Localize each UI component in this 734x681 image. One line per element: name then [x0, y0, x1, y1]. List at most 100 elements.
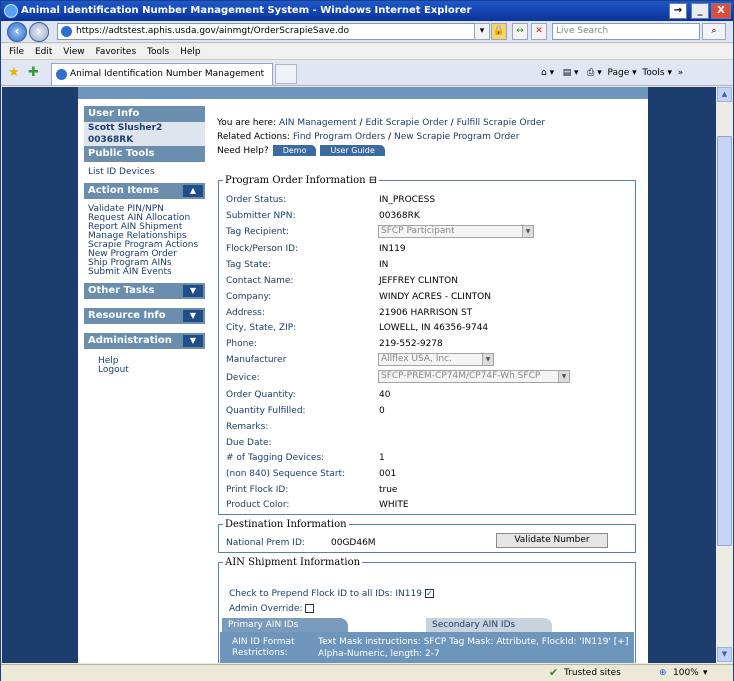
program-order-legend: Program Order Information ⊟ [223, 175, 379, 186]
zoom-dropdown-icon[interactable]: ▾ [703, 665, 708, 681]
breadcrumb: You are here: AIN Management / Edit Scra… [217, 118, 546, 128]
scroll-thumb[interactable] [717, 136, 732, 546]
value: 001 [379, 469, 397, 479]
override-label: Admin Override: [229, 604, 303, 614]
search-icon[interactable]: ⌕ [702, 23, 726, 40]
value: WHITE [379, 500, 409, 510]
admin-override-checkbox[interactable] [305, 604, 315, 613]
sidebar-other-tasks-header[interactable]: Other Tasks ▼ [84, 283, 205, 299]
sidebar-item-logout[interactable]: Logout [84, 366, 205, 375]
back-button[interactable]: ‹ [7, 22, 27, 42]
label: Product Color: [226, 500, 290, 510]
tag-recipient-select[interactable]: SFCP Participant ▼ [378, 225, 534, 238]
label: Device: [226, 373, 260, 383]
address-bar-row: ‹ › https://adtstest.aphis.usda.gov/ainm… [1, 21, 733, 43]
sidebar-administration-header[interactable]: Administration ▼ [84, 333, 205, 349]
main-content: You are here: AIN Management / Edit Scra… [217, 116, 637, 158]
window-title: Animal Identification Number Management … [21, 5, 472, 16]
user-guide-button[interactable]: User Guide [320, 145, 385, 156]
trusted-check-icon: ✔ [549, 666, 559, 679]
sidebar-resource-info-header[interactable]: Resource Info ▼ [84, 308, 205, 324]
feeds-icon[interactable]: ▤ ▾ [563, 68, 579, 78]
tab-primary-ain-ids[interactable]: Primary AIN IDs [222, 618, 348, 632]
program-order-title: Program Order Information [225, 175, 366, 186]
menu-favorites[interactable]: Favorites [87, 44, 136, 60]
label: Flock/Person ID: [226, 244, 299, 254]
dropdown-arrow-icon: ▼ [482, 354, 493, 365]
label: # of Tagging Devices: [226, 453, 325, 463]
search-input[interactable]: Live Search [552, 23, 700, 40]
demo-button[interactable]: Demo [272, 145, 317, 156]
sidebar-item-submit-ain-events[interactable]: Submit AIN Events [84, 268, 205, 277]
minimize-button[interactable]: _ [691, 3, 709, 19]
tools-menu[interactable]: Tools ▾ [642, 68, 672, 78]
close-button[interactable]: X [711, 3, 731, 19]
lock-icon[interactable]: 🔒 [491, 23, 507, 40]
label: Company: [226, 292, 272, 302]
scroll-up-icon[interactable]: ▲ [717, 87, 732, 102]
zoom-level[interactable]: 100% [673, 665, 699, 681]
menu-edit[interactable]: Edit [27, 44, 52, 60]
expand-down-icon[interactable]: ▼ [183, 310, 203, 322]
new-tab-button[interactable] [275, 64, 297, 84]
menu-view[interactable]: View [55, 44, 84, 60]
collapse-up-icon[interactable]: ▲ [183, 185, 203, 197]
menu-help[interactable]: Help [172, 44, 201, 60]
breadcrumb-edit-scrapie-order[interactable]: Edit Scrapie Order [365, 118, 447, 128]
label: Tag Recipient: [226, 227, 289, 237]
url-text: https://adtstest.aphis.usda.gov/ainmgt/O… [76, 26, 350, 36]
status-bar: ✔ Trusted sites ⊕ 100% ▾ [1, 664, 733, 681]
ain-format-text-1: Text Mask instructions: SFCP Tag Mask: A… [318, 637, 629, 647]
resource-info-label: Resource Info [88, 310, 166, 321]
url-dropdown-icon[interactable]: ▾ [474, 23, 490, 40]
prepend-checkbox[interactable]: ✓ [424, 589, 434, 598]
page-viewport: User Info Scott Slusher2 00368RK Public … [2, 87, 716, 663]
ain-format-label: AIN ID Format Restrictions: [232, 637, 295, 658]
label: Order Quantity: [226, 390, 296, 400]
favorites-star-icon[interactable]: ★ [8, 65, 20, 80]
shipment-legend: AIN Shipment Information [225, 557, 361, 568]
scroll-down-icon[interactable]: ▼ [717, 647, 732, 662]
device-select[interactable]: SFCP-PREM-CP74M/CP74F-Wh SFCP ▼ [378, 370, 570, 383]
validate-number-button[interactable]: Validate Number [496, 533, 608, 548]
forward-button[interactable]: › [29, 22, 49, 42]
tab-active[interactable]: Animal Identification Number Management … [51, 63, 273, 100]
link-find-program-orders[interactable]: Find Program Orders [293, 132, 385, 142]
sidebar: User Info Scott Slusher2 00368RK Public … [84, 106, 205, 406]
stop-button[interactable]: ✕ [531, 23, 547, 40]
refresh-button[interactable]: ↔ [512, 23, 528, 40]
page-body: User Info Scott Slusher2 00368RK Public … [78, 87, 648, 663]
add-favorites-icon[interactable]: ✚ [28, 65, 39, 80]
url-field[interactable]: https://adtstest.aphis.usda.gov/ainmgt/O… [57, 23, 485, 40]
manufacturer-select[interactable]: Allflex USA, Inc. ▼ [378, 353, 494, 366]
tab-secondary-ain-ids[interactable]: Secondary AIN IDs [426, 618, 552, 632]
home-icon[interactable]: ⌂ ▾ [541, 68, 554, 78]
back-arrow-icon[interactable]: → [669, 3, 687, 19]
expand-down-icon[interactable]: ▼ [183, 285, 203, 297]
breadcrumb-ain-management[interactable]: AIN Management [279, 118, 357, 128]
dropdown-arrow-icon: ▼ [558, 371, 569, 382]
user-name: Scott Slusher2 [84, 122, 205, 134]
action-items-label: Action Items [88, 185, 160, 196]
related-prefix: Related Actions: [217, 132, 290, 142]
sidebar-item-list-id-devices[interactable]: List ID Devices [84, 168, 205, 177]
sidebar-action-items-header[interactable]: Action Items ▲ [84, 183, 205, 199]
page-menu[interactable]: Page ▾ [608, 68, 637, 78]
overflow-icon[interactable]: » [678, 68, 684, 78]
label: Address: [226, 308, 265, 318]
menu-tools[interactable]: Tools [139, 44, 169, 60]
print-icon[interactable]: ⎙ ▾ [587, 68, 602, 78]
label: Contact Name: [226, 276, 294, 286]
expand-down-icon[interactable]: ▼ [183, 335, 203, 347]
collapse-section-icon[interactable]: ⊟ [369, 175, 377, 186]
breadcrumb-fulfill-scrapie-order[interactable]: Fulfill Scrapie Order [457, 118, 545, 128]
link-new-scrapie-order[interactable]: New Scrapie Program Order [394, 132, 519, 142]
label: City, State, ZIP: [226, 323, 297, 333]
value: IN_PROCESS [379, 195, 436, 205]
label: Tag State: [226, 260, 271, 270]
vertical-scrollbar[interactable]: ▲ ▼ [716, 87, 733, 663]
zoom-icon[interactable]: ⊕ [659, 665, 667, 681]
sidebar-public-tools-header: Public Tools [84, 146, 205, 162]
menu-file[interactable]: File [1, 44, 24, 60]
help-prefix: Need Help? [217, 146, 269, 156]
